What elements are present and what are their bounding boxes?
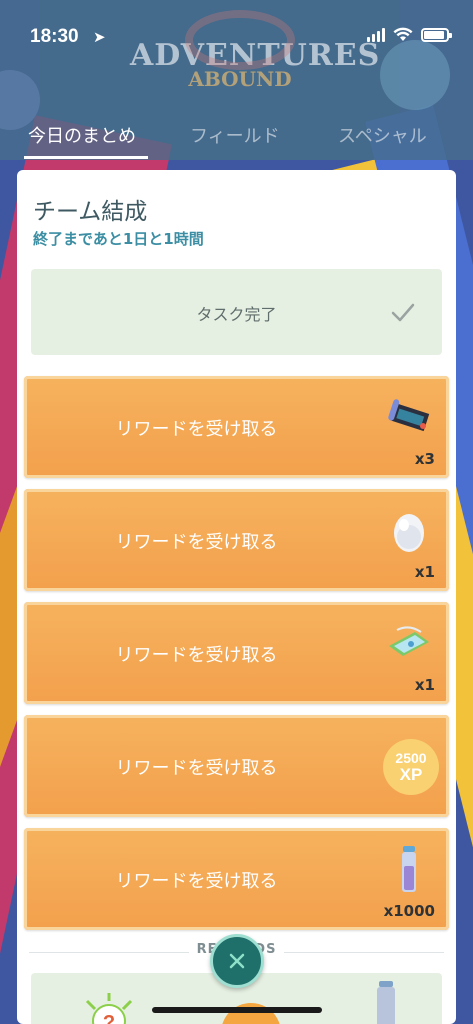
status-bar: 18:30 ➤ [0,0,473,62]
reward-quantity: x3 [414,450,435,468]
tab-field[interactable]: フィールド [190,122,280,148]
claim-reward-button[interactable]: リワードを受け取る x3 [24,376,449,478]
location-arrow-icon: ➤ [93,28,106,46]
svg-text:?: ? [103,1012,115,1024]
xp-badge-icon: 2500 XP [383,739,439,795]
ticket-icon [389,626,429,656]
header: ADVENTURES ABOUND 18:30 ➤ 今日のまとめ フィールド ス… [0,0,473,160]
tab-bar: 今日のまとめ フィールド スペシャル [0,118,473,160]
reward-label: リワードを受け取る [115,419,278,440]
active-tab-indicator [24,156,148,159]
tab-today[interactable]: 今日のまとめ [28,122,136,148]
claim-reward-button[interactable]: リワードを受け取る x1000 [24,828,449,930]
stardust-vial-icon [377,981,395,1024]
reward-quantity: x1000 [383,902,435,920]
claim-reward-button[interactable]: リワードを受け取る x1 [24,602,449,704]
xp-amount: 2500 [395,750,427,766]
close-icon [229,953,245,969]
task-complete-banner: タスク完了 [31,269,442,355]
cellular-signal-icon [367,27,385,42]
claim-reward-button[interactable]: リワードを受け取る 2500 XP [24,715,449,817]
task-complete-label: タスク完了 [196,305,277,324]
stardust-vial-icon [402,846,416,892]
status-time: 18:30 [30,26,79,47]
mystery-item-icon: ? [85,993,133,1024]
reward-label: リワードを受け取る [115,645,278,666]
wifi-icon [393,27,413,41]
map-scroll-icon [388,399,430,432]
quest-card: チーム結成 終了まであと1日と1時間 タスク完了 リワードを受け取る x3 リワ… [17,170,456,1024]
tab-special[interactable]: スペシャル [338,122,427,148]
close-button[interactable] [210,934,264,988]
egg-icon [394,514,424,552]
quest-title: チーム結成 [33,199,148,225]
reward-quantity: x1 [414,563,435,581]
reward-label: リワードを受け取る [115,871,278,892]
xp-unit: XP [399,765,423,784]
reward-quantity: x1 [414,676,435,694]
home-indicator[interactable] [152,1007,322,1013]
battery-icon [421,27,452,42]
reward-label: リワードを受け取る [115,758,278,779]
claim-reward-button[interactable]: リワードを受け取る x1 [24,489,449,591]
reward-label: リワードを受け取る [115,532,278,553]
checkmark-icon [391,303,415,322]
quest-timer: 終了まであと1日と1時間 [33,230,204,248]
